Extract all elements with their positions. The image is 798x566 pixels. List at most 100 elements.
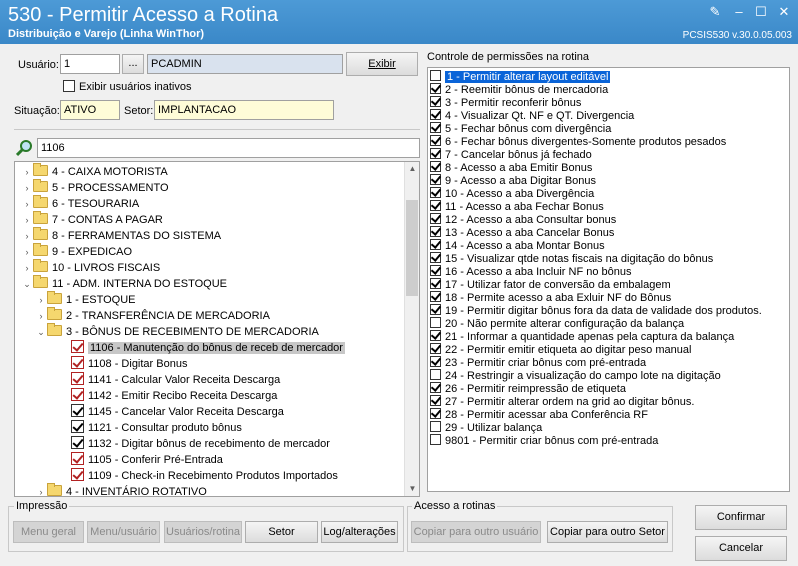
permission-item[interactable]: 18 - Permite acesso a aba Exluir NF do B… [430, 291, 671, 304]
permission-checkbox[interactable] [430, 382, 441, 393]
permission-item[interactable]: 2 - Reemitir bônus de mercadoria [430, 83, 608, 96]
permission-checkbox[interactable] [430, 421, 441, 432]
tree-folder-item[interactable]: › 2 - TRANSFERÊNCIA DE MERCADORIA [35, 307, 270, 324]
tree-folder-item[interactable]: › 8 - FERRAMENTAS DO SISTEMA [21, 227, 221, 244]
permission-item[interactable]: 23 - Permitir criar bônus com pré-entrad… [430, 356, 646, 369]
permission-checkbox[interactable] [430, 187, 441, 198]
permission-checkbox[interactable] [430, 395, 441, 406]
permissions-list[interactable]: 1 - Permitir alterar layout editável 2 - … [427, 67, 790, 492]
expand-down-icon[interactable]: ⌄ [21, 276, 33, 292]
routine-checkbox[interactable] [71, 372, 84, 385]
usuario-code-input[interactable]: 1 [60, 54, 120, 74]
permission-checkbox[interactable] [430, 408, 441, 419]
permission-checkbox[interactable] [430, 226, 441, 237]
expand-down-icon[interactable]: ⌄ [35, 324, 47, 340]
permission-checkbox[interactable] [430, 174, 441, 185]
permission-checkbox[interactable] [430, 70, 441, 81]
tree-folder-item[interactable]: › 6 - TESOURARIA [21, 195, 139, 212]
permission-item[interactable]: 21 - Informar a quantidade apenas pela c… [430, 330, 734, 343]
permission-item[interactable]: 7 - Cancelar bônus já fechado [430, 148, 592, 161]
permission-item[interactable]: 12 - Acesso a aba Consultar bonus [430, 213, 616, 226]
permission-item[interactable]: 17 - Utilizar fator de conversão da emba… [430, 278, 671, 291]
tree-folder-item[interactable]: › 9 - EXPEDICAO [21, 243, 132, 260]
permission-checkbox[interactable] [430, 239, 441, 250]
edit-icon[interactable]: ✎ [706, 4, 724, 20]
exibir-button[interactable]: Exibir [346, 52, 418, 76]
expand-right-icon[interactable]: › [21, 180, 33, 196]
copiar-setor-button[interactable]: Copiar para outro Setor [547, 521, 668, 543]
permission-item[interactable]: 20 - Não permite alterar configuração da… [430, 317, 684, 330]
expand-right-icon[interactable]: › [21, 244, 33, 260]
maximize-icon[interactable]: ☐ [752, 4, 770, 20]
tree-folder-item[interactable]: ⌄ 11 - ADM. INTERNA DO ESTOQUE [21, 275, 227, 292]
permission-checkbox[interactable] [430, 148, 441, 159]
setor-button[interactable]: Setor [245, 521, 318, 543]
tree-routine-item[interactable]: 1109 - Check-in Recebimento Produtos Imp… [59, 468, 338, 484]
copiar-usuario-button[interactable]: Copiar para outro usuário [411, 521, 541, 543]
routine-tree[interactable]: › 4 - CAIXA MOTORISTA › 5 - PROCESSAMENTO › 6… [14, 161, 420, 497]
expand-right-icon[interactable]: › [35, 292, 47, 308]
permission-item[interactable]: 10 - Acesso a aba Divergência [430, 187, 594, 200]
permission-checkbox[interactable] [430, 291, 441, 302]
permission-checkbox[interactable] [430, 369, 441, 380]
permission-checkbox[interactable] [430, 161, 441, 172]
permission-item[interactable]: 6 - Fechar bônus divergentes-Somente pro… [430, 135, 726, 148]
tree-routine-item[interactable]: 1132 - Digitar bônus de recebimento de m… [59, 436, 330, 452]
permission-checkbox[interactable] [430, 356, 441, 367]
expand-right-icon[interactable]: › [21, 164, 33, 180]
routine-checkbox[interactable] [71, 468, 84, 481]
menu-geral-button[interactable]: Menu geral [13, 521, 84, 543]
permission-item[interactable]: 22 - Permitir emitir etiqueta ao digitar… [430, 343, 691, 356]
permission-item[interactable]: 27 - Permitir alterar ordem na grid ao d… [430, 395, 694, 408]
tree-folder-item[interactable]: › 4 - INVENTÁRIO ROTATIVO [35, 483, 207, 496]
permission-item[interactable]: 9801 - Permitir criar bônus com pré-entr… [430, 434, 658, 447]
routine-checkbox[interactable] [71, 340, 84, 353]
expand-right-icon[interactable]: › [35, 308, 47, 324]
tree-routine-item[interactable]: 1145 - Cancelar Valor Receita Descarga [59, 404, 284, 420]
routine-checkbox[interactable] [71, 356, 84, 369]
tree-routine-item[interactable]: 1142 - Emitir Recibo Receita Descarga [59, 388, 277, 404]
routine-checkbox[interactable] [71, 420, 84, 433]
expand-right-icon[interactable]: › [21, 196, 33, 212]
expand-right-icon[interactable]: › [35, 484, 47, 496]
permission-item[interactable]: 3 - Permitir reconferir bônus [430, 96, 581, 109]
permission-item[interactable]: 24 - Restringir a visualização do campo … [430, 369, 721, 382]
permission-checkbox[interactable] [430, 200, 441, 211]
tree-folder-item[interactable]: › 7 - CONTAS A PAGAR [21, 211, 163, 228]
permission-checkbox[interactable] [430, 135, 441, 146]
permission-checkbox[interactable] [430, 213, 441, 224]
permission-item[interactable]: 16 - Acesso a aba Incluir NF no bônus [430, 265, 632, 278]
permission-item[interactable]: 8 - Acesso a aba Emitir Bonus [430, 161, 592, 174]
tree-folder-item[interactable]: › 10 - LIVROS FISCAIS [21, 259, 160, 276]
tree-routine-item[interactable]: 1141 - Calcular Valor Receita Descarga [59, 372, 280, 388]
tree-scrollbar[interactable]: ▲ ▼ [404, 162, 419, 496]
minimize-icon[interactable]: – [730, 4, 748, 20]
routine-checkbox[interactable] [71, 436, 84, 449]
permission-item[interactable]: 4 - Visualizar Qt. NF e QT. Divergencia [430, 109, 634, 122]
permission-checkbox[interactable] [430, 265, 441, 276]
tree-scroll-thumb[interactable] [406, 200, 418, 296]
menu-usuario-button[interactable]: Menu/usuário [87, 521, 160, 543]
permission-checkbox[interactable] [430, 122, 441, 133]
permission-checkbox[interactable] [430, 304, 441, 315]
permission-item[interactable]: 9 - Acesso a aba Digitar Bonus [430, 174, 596, 187]
permission-item[interactable]: 5 - Fechar bônus com divergência [430, 122, 611, 135]
confirmar-button[interactable]: Confirmar [695, 505, 787, 530]
search-input[interactable]: 1106 [37, 138, 420, 158]
scroll-down-arrow-icon[interactable]: ▼ [405, 482, 419, 496]
routine-checkbox[interactable] [71, 388, 84, 401]
permission-checkbox[interactable] [430, 343, 441, 354]
usuarios-rotina-button[interactable]: Usuários/rotina [164, 521, 242, 543]
permission-checkbox[interactable] [430, 109, 441, 120]
cancelar-button[interactable]: Cancelar [695, 536, 787, 561]
permission-item[interactable]: 28 - Permitir acessar aba Conferência RF [430, 408, 648, 421]
tree-routine-item[interactable]: 1105 - Conferir Pré-Entrada [59, 452, 223, 468]
tree-routine-item[interactable]: 1108 - Digitar Bonus [59, 356, 187, 372]
routine-checkbox[interactable] [71, 404, 84, 417]
permission-checkbox[interactable] [430, 252, 441, 263]
tree-folder-item[interactable]: › 5 - PROCESSAMENTO [21, 179, 169, 196]
close-icon[interactable]: ✕ [775, 4, 793, 20]
permission-checkbox[interactable] [430, 317, 441, 328]
expand-right-icon[interactable]: › [21, 212, 33, 228]
tree-routine-item[interactable]: 1121 - Consultar produto bônus [59, 420, 242, 436]
